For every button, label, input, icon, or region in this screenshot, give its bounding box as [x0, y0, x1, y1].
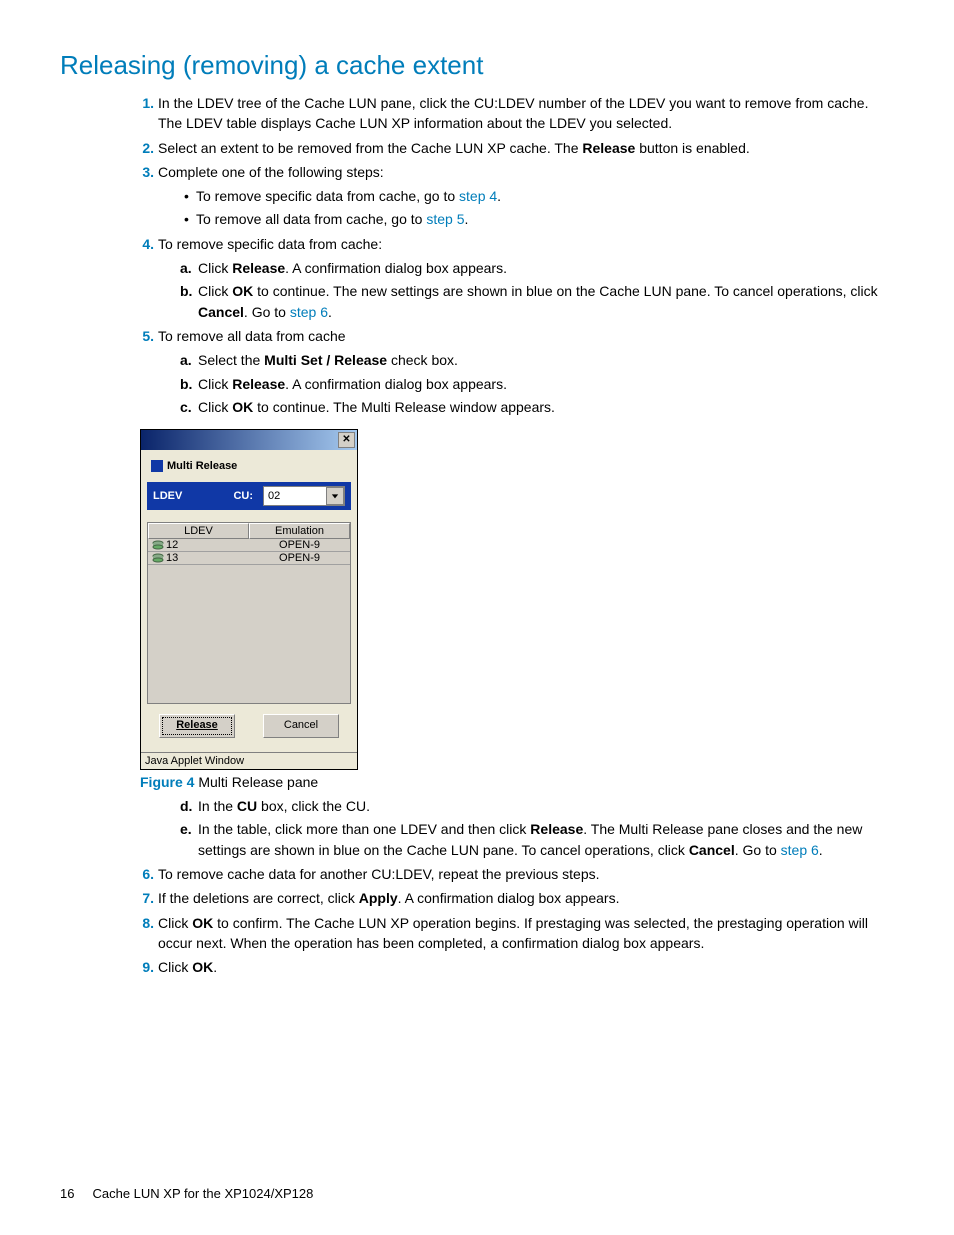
link-step-4[interactable]: step 4 — [459, 188, 497, 204]
step-3: 3. Complete one of the following steps: … — [140, 162, 894, 230]
step-2: 2. Select an extent to be removed from t… — [140, 138, 894, 158]
table-row[interactable]: 12 OPEN-9 — [148, 539, 350, 552]
close-icon[interactable]: ✕ — [338, 432, 355, 448]
step-8: 8.Click OK to confirm. The Cache LUN XP … — [140, 913, 894, 954]
cell-emu: OPEN-9 — [249, 539, 350, 552]
cell-emu: OPEN-9 — [249, 552, 350, 565]
link-step-6b[interactable]: step 6 — [781, 842, 819, 858]
table-row[interactable]: 13 OPEN-9 — [148, 552, 350, 565]
step-4a: a.Click Release. A confirmation dialog b… — [180, 258, 894, 278]
cancel-button[interactable]: Cancel — [263, 714, 339, 738]
page-footer: 16 Cache LUN XP for the XP1024/XP128 — [60, 1186, 313, 1201]
ldev-bar: LDEV CU: 02 — [147, 482, 351, 510]
bullet-step5: To remove all data from cache, go to ste… — [184, 209, 894, 229]
java-applet-footer: Java Applet Window — [141, 752, 357, 769]
section-title: Releasing (removing) a cache extent — [60, 50, 894, 81]
main-steps: 1.In the LDEV tree of the Cache LUN pane… — [60, 93, 894, 417]
cu-dropdown[interactable]: 02 — [263, 486, 345, 506]
bullet-step4: To remove specific data from cache, go t… — [184, 186, 894, 206]
ldev-table: LDEV Emulation 12 OPEN-9 — [147, 522, 351, 704]
step-text: Complete one of the following steps: — [158, 164, 384, 180]
release-button[interactable]: Release — [159, 714, 235, 738]
step-5: 5. To remove all data from cache a.Selec… — [140, 326, 894, 417]
step-6: 6.To remove cache data for another CU:LD… — [140, 864, 894, 884]
figure-multi-release: ✕ Multi Release LDEV CU: 02 — [140, 429, 894, 790]
step-text: Click OK to confirm. The Cache LUN XP op… — [158, 915, 868, 951]
chevron-down-icon[interactable] — [326, 487, 344, 505]
step-text: Select an extent to be removed from the … — [158, 140, 750, 156]
step-5c: c.Click OK to continue. The Multi Releas… — [180, 397, 894, 417]
col-ldev: LDEV — [148, 523, 249, 539]
step-5b: b.Click Release. A confirmation dialog b… — [180, 374, 894, 394]
step-text: To remove all data from cache — [158, 328, 346, 344]
doc-title: Cache LUN XP for the XP1024/XP128 — [92, 1186, 313, 1201]
step-5e: e.In the table, click more than one LDEV… — [180, 819, 894, 860]
step-5-cont: d.In the CU box, click the CU. e.In the … — [140, 796, 894, 860]
step-text: Click OK. — [158, 959, 217, 975]
step-4b: b.Click OK to continue. The new settings… — [180, 281, 894, 322]
step-text: In the LDEV tree of the Cache LUN pane, … — [158, 95, 868, 131]
link-step-5[interactable]: step 5 — [426, 211, 464, 227]
cu-value: 02 — [264, 490, 326, 502]
ldev-label: LDEV — [153, 490, 182, 502]
step-text: To remove cache data for another CU:LDEV… — [158, 866, 600, 882]
step-9: 9.Click OK. — [140, 957, 894, 977]
disk-icon — [152, 540, 164, 550]
col-emu: Emulation — [249, 523, 350, 539]
step-1: 1.In the LDEV tree of the Cache LUN pane… — [140, 93, 894, 134]
link-step-6[interactable]: step 6 — [290, 304, 328, 320]
dialog-heading: Multi Release — [147, 458, 351, 482]
cu-label: CU: — [233, 490, 253, 502]
square-icon — [151, 460, 163, 472]
table-header: LDEV Emulation — [148, 523, 350, 539]
step-5a: a.Select the Multi Set / Release check b… — [180, 350, 894, 370]
dialog-title: Multi Release — [167, 460, 237, 472]
step-5d: d.In the CU box, click the CU. — [180, 796, 894, 816]
dialog-titlebar: ✕ — [141, 430, 357, 450]
step-text: To remove specific data from cache: — [158, 236, 382, 252]
step-4: 4. To remove specific data from cache: a… — [140, 234, 894, 322]
page-number: 16 — [60, 1186, 74, 1201]
figure-caption: Figure 4 Multi Release pane — [140, 774, 894, 790]
cell-ldev: 12 — [166, 539, 178, 551]
figure-label: Figure 4 — [140, 774, 194, 790]
step-7: 7.If the deletions are correct, click Ap… — [140, 888, 894, 908]
multi-release-dialog: ✕ Multi Release LDEV CU: 02 — [140, 429, 358, 770]
disk-icon — [152, 553, 164, 563]
main-steps-continued: d.In the CU box, click the CU. e.In the … — [60, 796, 894, 977]
cell-ldev: 13 — [166, 552, 178, 564]
step-text: If the deletions are correct, click Appl… — [158, 890, 619, 906]
